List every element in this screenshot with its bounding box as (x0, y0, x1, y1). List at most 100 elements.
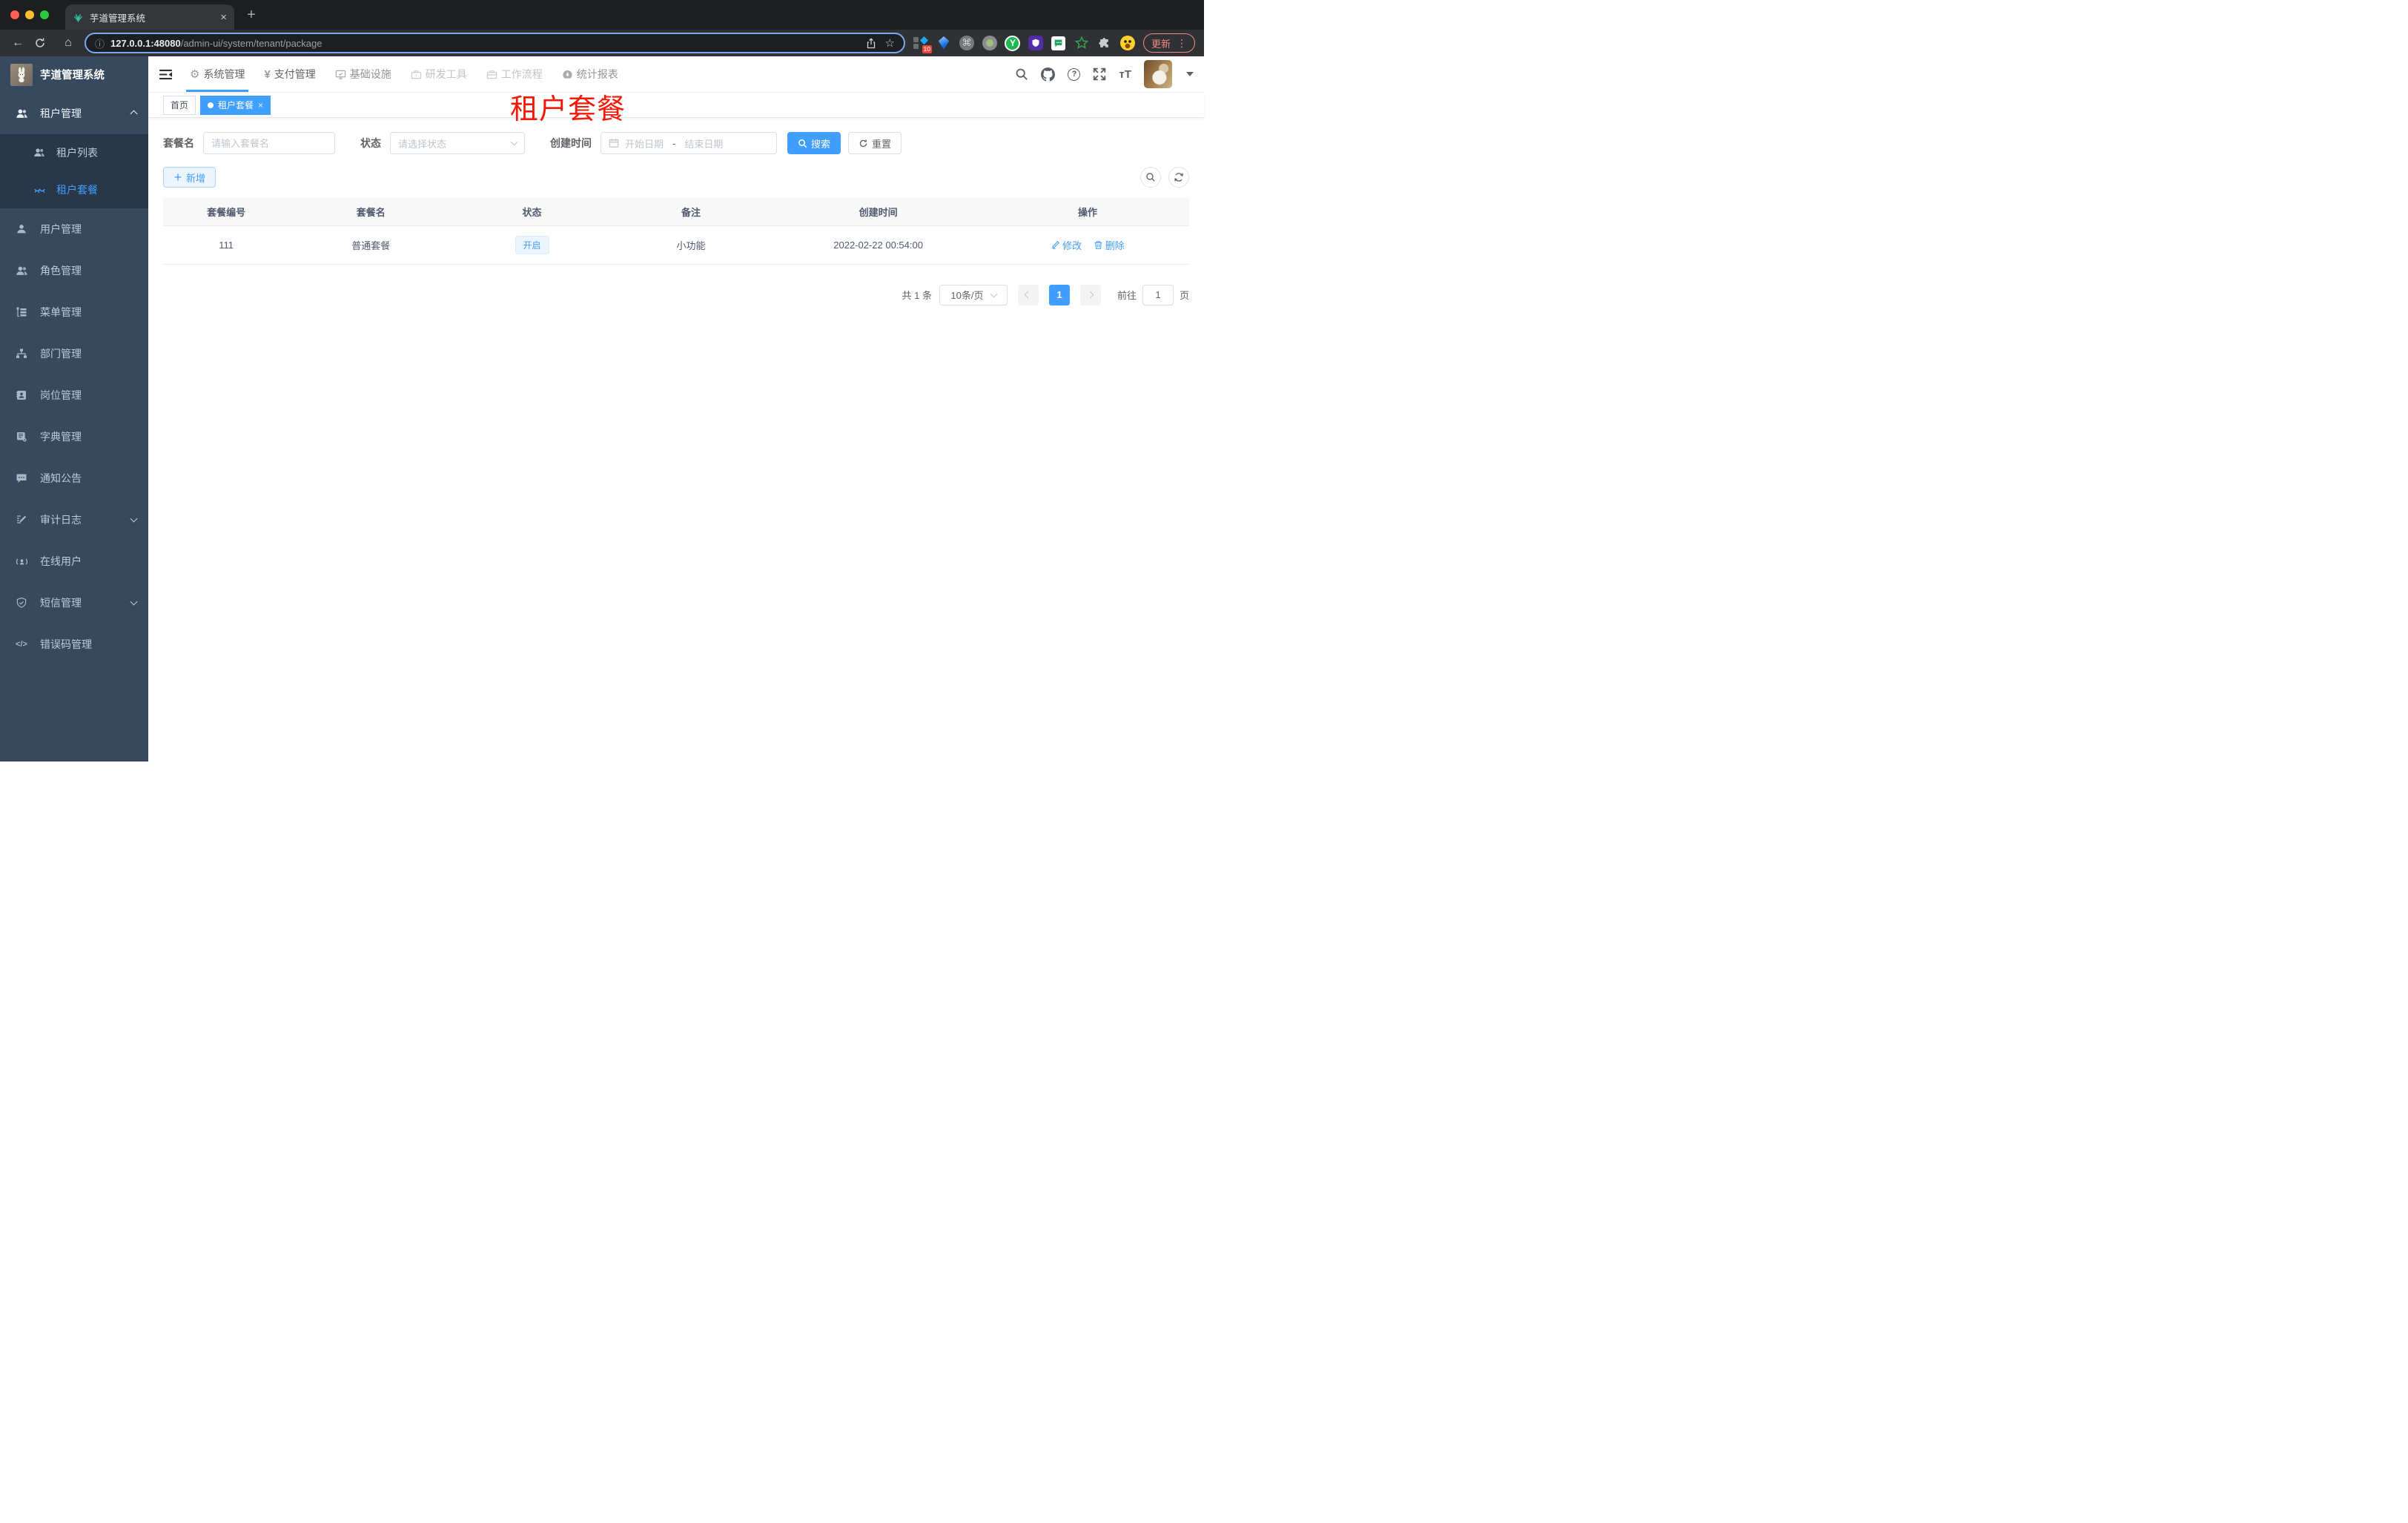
sidebar-item-label: 租户列表 (56, 147, 98, 159)
ext-command-icon[interactable]: ⌘ (959, 35, 975, 51)
top-menu-infra[interactable]: 基础设施 (328, 56, 398, 92)
add-button-label: 新增 (186, 172, 206, 184)
ext-shield-icon[interactable] (1028, 35, 1044, 51)
avatar[interactable] (1144, 60, 1172, 88)
sidebar-item-label: 岗位管理 (40, 389, 82, 401)
top-menu-report[interactable]: 统计报表 (555, 56, 625, 92)
sidebar-item-dept-mgmt[interactable]: 部门管理 (0, 333, 148, 374)
app-header: ⚙ 系统管理 ¥ 支付管理 基础设施 研发工具 工作流程 统计报表 ? тT (148, 56, 1204, 93)
app-title: 芋道管理系统 (40, 70, 105, 82)
ext-gem-icon[interactable] (936, 35, 952, 51)
ext-chat-icon[interactable] (1051, 35, 1067, 51)
sidebar-item-user-mgmt[interactable]: 用户管理 (0, 208, 148, 250)
chevron-up-icon (130, 110, 138, 117)
cell-remark: 小功能 (611, 225, 771, 265)
font-size-icon[interactable]: тT (1119, 68, 1131, 81)
sidebar-item-post-mgmt[interactable]: 岗位管理 (0, 374, 148, 416)
window-minimize-button[interactable] (25, 10, 34, 19)
refresh-button[interactable] (1168, 167, 1189, 188)
ext-y-icon[interactable]: Y (1005, 35, 1021, 51)
reload-button[interactable] (34, 37, 52, 49)
active-dot (208, 102, 214, 108)
sidebar-collapse-icon[interactable] (148, 67, 183, 82)
top-menu-system[interactable]: ⚙ 系统管理 (183, 56, 251, 92)
ext-star-icon[interactable] (1074, 35, 1090, 51)
ext-emoji-icon[interactable] (1119, 35, 1136, 51)
sidebar-item-notice[interactable]: 通知公告 (0, 457, 148, 499)
new-tab-button[interactable]: + (240, 4, 262, 26)
tag-tenant-package[interactable]: 租户套餐 × (200, 95, 271, 115)
avatar-caret-down-icon[interactable] (1186, 72, 1194, 76)
delete-link[interactable]: 删除 (1094, 238, 1125, 252)
window-maximize-button[interactable] (40, 10, 49, 19)
window-close-button[interactable] (10, 10, 19, 19)
ext-circle-icon[interactable] (982, 35, 998, 51)
audit-log-icon (15, 513, 28, 526)
col-create-time: 创建时间 (770, 198, 986, 226)
ext-puzzle-icon[interactable] (1096, 35, 1113, 51)
ext-badge-count: 10 (922, 45, 932, 53)
sidebar-item-error-code[interactable]: </> 错误码管理 (0, 624, 148, 665)
tab-close-icon[interactable]: × (220, 12, 227, 23)
status-select[interactable]: 请选择状态 (390, 132, 525, 154)
col-actions: 操作 (985, 198, 1189, 226)
tag-label: 首页 (171, 100, 189, 110)
package-rope-icon (33, 183, 46, 196)
end-date-placeholder[interactable]: 结束日期 (684, 136, 723, 151)
tree-table-icon (15, 305, 28, 319)
sidebar-item-label: 通知公告 (40, 472, 82, 484)
sidebar-item-audit-log[interactable]: 审计日志 (0, 499, 148, 541)
sidebar-item-menu-mgmt[interactable]: 菜单管理 (0, 291, 148, 333)
sidebar-item-sms-mgmt[interactable]: 短信管理 (0, 582, 148, 624)
sidebar-item-tenant-package[interactable]: 租户套餐 (0, 171, 148, 208)
sidebar-item-tenant-list[interactable]: 租户列表 (0, 134, 148, 171)
date-range-picker[interactable]: 开始日期 - 结束日期 (601, 132, 777, 154)
col-package-id: 套餐编号 (163, 198, 290, 226)
traffic-lights (10, 10, 49, 19)
start-date-placeholder[interactable]: 开始日期 (625, 136, 664, 151)
top-menu-label: 支付管理 (274, 68, 316, 80)
share-icon[interactable] (866, 37, 876, 49)
top-menu-devtools[interactable]: 研发工具 (404, 56, 474, 92)
add-button[interactable]: 新增 (163, 167, 216, 188)
sidebar-item-role-mgmt[interactable]: 角色管理 (0, 250, 148, 291)
url-host: 127.0.0.1:48080 (110, 37, 181, 49)
address-bar[interactable]: ⓘ 127.0.0.1:48080/admin-ui/system/tenant… (85, 33, 905, 53)
yen-icon: ¥ (264, 67, 271, 81)
search-icon[interactable] (1015, 67, 1028, 81)
package-name-input[interactable] (203, 132, 335, 154)
site-info-icon[interactable]: ⓘ (95, 36, 105, 50)
col-remark: 备注 (611, 198, 771, 226)
browser-tab[interactable]: 芋道管理系统 × (65, 4, 234, 30)
sidebar-item-tenant-mgmt[interactable]: 租户管理 (0, 93, 148, 134)
fullscreen-icon[interactable] (1093, 67, 1106, 81)
edit-link[interactable]: 修改 (1051, 238, 1082, 252)
tag-close-icon[interactable]: × (258, 100, 263, 110)
github-icon[interactable] (1041, 67, 1056, 82)
top-menu-payment[interactable]: ¥ 支付管理 (257, 56, 322, 92)
users-icon (15, 107, 28, 120)
top-menu-label: 系统管理 (203, 68, 245, 80)
sidebar-item-label: 部门管理 (40, 348, 82, 360)
home-button[interactable]: ⌂ (59, 36, 77, 50)
page-size-select[interactable]: 10条/页 (939, 284, 1008, 305)
top-menu-workflow[interactable]: 工作流程 (480, 56, 549, 92)
browser-update-button[interactable]: 更新 ⋮ (1142, 33, 1195, 53)
toggle-search-button[interactable] (1140, 167, 1161, 188)
sidebar-item-dict-mgmt[interactable]: 字典管理 (0, 416, 148, 457)
help-icon[interactable]: ? (1068, 67, 1081, 81)
sidebar-item-online-users[interactable]: 在线用户 (0, 541, 148, 582)
back-button[interactable]: ← (9, 36, 27, 50)
top-menu-label: 基础设施 (349, 68, 391, 80)
next-page-button[interactable] (1079, 284, 1101, 305)
bookmark-star-icon[interactable]: ☆ (885, 36, 895, 50)
status-filter-label: 状态 (360, 137, 381, 149)
tag-home[interactable]: 首页 (163, 95, 196, 115)
prev-page-button[interactable] (1017, 284, 1039, 305)
current-page[interactable]: 1 (1048, 284, 1070, 305)
browser-menu-kebab-icon[interactable]: ⋮ (1177, 37, 1187, 50)
goto-page-input[interactable] (1142, 284, 1174, 305)
search-button[interactable]: 搜索 (787, 132, 841, 154)
reset-button[interactable]: 重置 (848, 132, 902, 154)
ext-diamond-icon[interactable]: 10 (913, 35, 932, 53)
